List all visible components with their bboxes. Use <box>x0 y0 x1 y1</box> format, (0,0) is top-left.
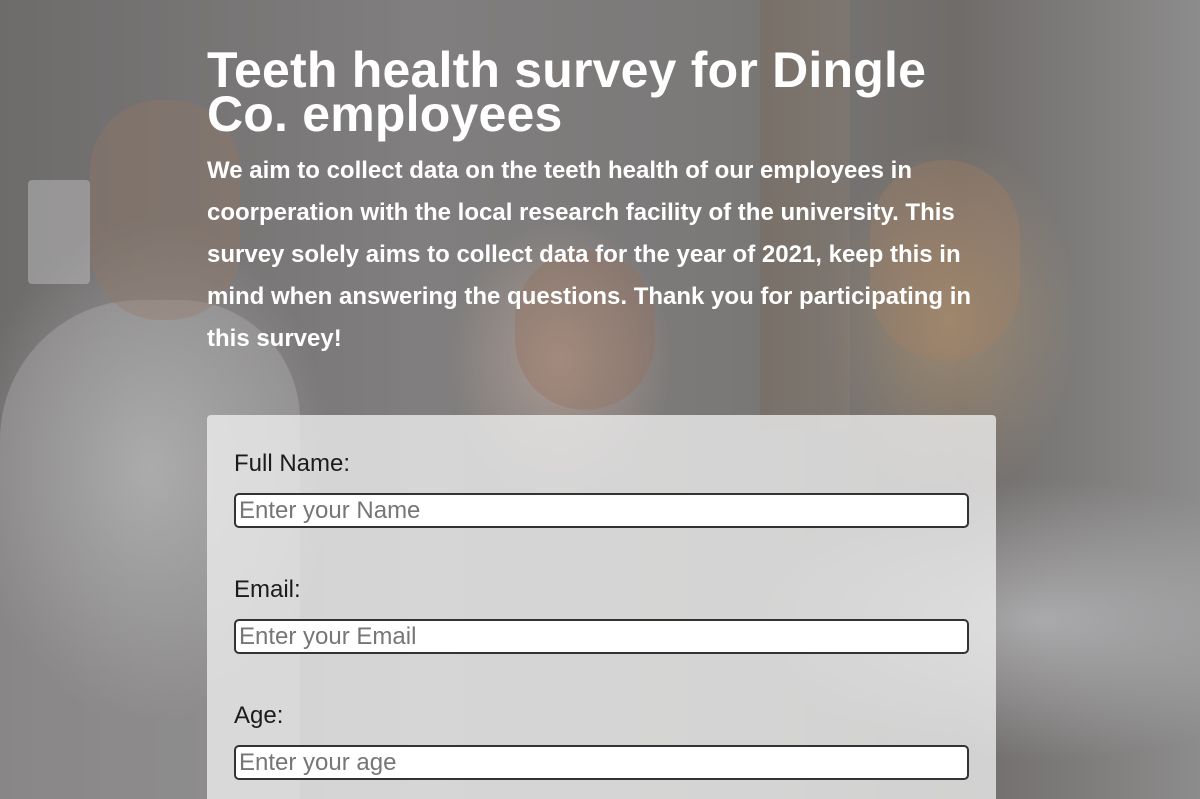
age-input[interactable] <box>234 745 969 780</box>
email-input[interactable] <box>234 619 969 654</box>
survey-description: We aim to collect data on the teeth heal… <box>207 157 972 352</box>
full-name-input[interactable] <box>234 493 969 528</box>
full-name-field: Full Name: <box>234 450 969 528</box>
survey-page: Teeth health survey for Dingle Co. emplo… <box>0 0 1200 799</box>
age-label: Age: <box>234 702 284 729</box>
survey-form: Full Name: Email: Age: <box>207 415 996 799</box>
email-label: Email: <box>234 576 301 603</box>
wall-panel-shape <box>28 180 90 284</box>
email-field: Email: <box>234 576 969 654</box>
age-field: Age: <box>234 702 969 780</box>
survey-header: Teeth health survey for Dingle Co. emplo… <box>207 42 1007 360</box>
page-title: Teeth health survey for Dingle Co. emplo… <box>207 42 927 142</box>
full-name-label: Full Name: <box>234 450 351 477</box>
